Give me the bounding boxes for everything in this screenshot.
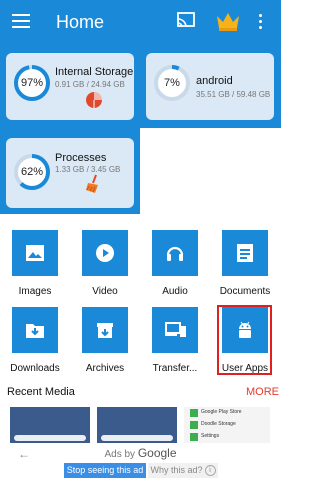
thumbnail-row: Google Play Store xyxy=(190,409,264,417)
category-label: Audio xyxy=(162,286,188,297)
storage-detail: 1.33 GB / 3.45 GB xyxy=(55,165,121,174)
storage-name: Internal Storage xyxy=(55,66,134,78)
archives-tile[interactable] xyxy=(82,307,128,353)
category-label: Downloads xyxy=(10,363,60,374)
document-icon xyxy=(237,244,253,262)
play-icon xyxy=(96,244,114,262)
more-vert-icon[interactable] xyxy=(258,14,264,30)
transfer-tile[interactable] xyxy=(152,307,198,353)
thumbnail-search-bar xyxy=(101,435,173,441)
thumbnail-search-bar xyxy=(14,435,86,441)
category-documents[interactable]: Documents xyxy=(217,230,273,297)
thumbnail-row-text: Doodle Storage xyxy=(201,421,236,427)
storage-card-android[interactable]: 7% android 35.51 GB / 59.48 GB xyxy=(146,53,274,120)
video-tile[interactable] xyxy=(82,230,128,276)
thumbnail-row: Settings xyxy=(190,433,264,441)
category-transfer[interactable]: Transfer... xyxy=(147,307,203,374)
cast-icon[interactable] xyxy=(176,12,196,30)
why-this-ad-label: Why this ad? xyxy=(150,465,203,475)
category-audio[interactable]: Audio xyxy=(147,230,203,297)
info-icon: i xyxy=(204,465,216,477)
crown-icon[interactable] xyxy=(215,10,241,32)
audio-tile[interactable] xyxy=(152,230,198,276)
transfer-devices-icon xyxy=(165,322,186,337)
recent-thumbnail[interactable] xyxy=(97,407,177,445)
storage-card-processes[interactable]: 62% Processes 1.33 GB / 3.45 GB xyxy=(6,138,134,208)
usage-percent: 7% xyxy=(164,77,180,89)
google-text: Google xyxy=(137,446,177,460)
ads-by-google: Ads by Google xyxy=(0,446,281,460)
download-icon xyxy=(26,324,44,338)
thumbnail-row-text: Google Play Store xyxy=(201,409,242,415)
images-tile[interactable] xyxy=(12,230,58,276)
broom-icon[interactable] xyxy=(84,174,102,194)
category-label: Images xyxy=(18,286,52,297)
recent-thumbnail[interactable] xyxy=(10,407,90,445)
stop-seeing-ad-button[interactable]: Stop seeing this ad xyxy=(64,463,146,478)
category-video[interactable]: Video xyxy=(77,230,133,297)
why-this-ad-button[interactable]: Why this ad? i xyxy=(148,463,218,478)
storage-detail: 0.91 GB / 24.94 GB xyxy=(55,80,125,89)
storage-name: android xyxy=(196,75,233,87)
storage-card-internal[interactable]: 97% Internal Storage 0.91 GB / 24.94 GB xyxy=(6,53,134,120)
category-images[interactable]: Images xyxy=(7,230,63,297)
archive-icon xyxy=(97,323,113,338)
app-bar: Home xyxy=(0,0,281,44)
storage-name: Processes xyxy=(55,152,107,164)
downloads-tile[interactable] xyxy=(12,307,58,353)
headphones-icon xyxy=(166,246,184,261)
category-label: Transfer... xyxy=(152,363,198,374)
category-label: Video xyxy=(92,286,118,297)
category-archives[interactable]: Archives xyxy=(77,307,133,374)
ad-banner: ← Ads by Google Stop seeing this ad Why … xyxy=(0,443,281,482)
pie-chart-icon[interactable] xyxy=(85,91,103,109)
hamburger-menu-icon[interactable] xyxy=(12,14,30,28)
ads-by-text: Ads by xyxy=(104,449,136,460)
category-label: Archives xyxy=(85,363,125,374)
category-label: Documents xyxy=(219,286,271,297)
thumbnail-row: Doodle Storage xyxy=(190,421,264,429)
recent-media-title: Recent Media xyxy=(7,386,75,398)
storage-section-gap xyxy=(140,128,281,214)
category-downloads[interactable]: Downloads xyxy=(7,307,63,374)
more-link[interactable]: MORE xyxy=(246,386,279,398)
usage-percent: 62% xyxy=(20,166,44,178)
usage-percent: 97% xyxy=(20,77,44,89)
recent-thumbnail[interactable]: Google Play Store Doodle Storage Setting… xyxy=(184,407,270,445)
documents-tile[interactable] xyxy=(222,230,268,276)
image-icon xyxy=(26,245,44,261)
user-apps-highlight xyxy=(217,305,272,375)
thumbnail-row-text: Settings xyxy=(201,433,220,439)
page-title: Home xyxy=(56,12,105,32)
storage-detail: 35.51 GB / 59.48 GB xyxy=(196,90,271,99)
